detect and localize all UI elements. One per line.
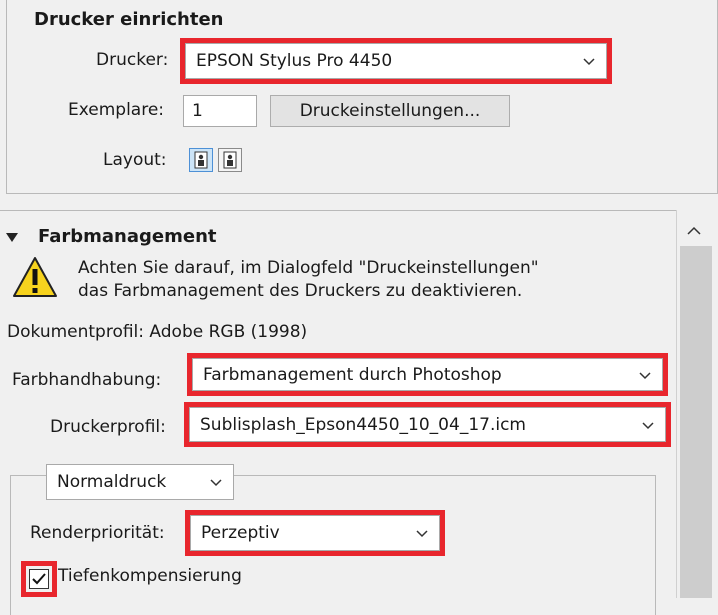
color-handling-select[interactable]: Farbmanagement durch Photoshop xyxy=(192,358,663,391)
triangle-down-icon[interactable] xyxy=(6,228,18,247)
scrollbar-thumb[interactable] xyxy=(680,246,712,598)
print-mode-select[interactable]: Normaldruck xyxy=(46,464,234,500)
chevron-up-icon[interactable] xyxy=(686,222,702,241)
bpc-label: Tiefenkompensierung xyxy=(58,566,242,586)
warning-icon xyxy=(12,256,58,302)
render-intent-value: Perzeptiv xyxy=(201,523,280,543)
warning-text-line2: das Farbmanagement des Druckers zu deakt… xyxy=(78,281,523,301)
warning-text-line1: Achten Sie darauf, im Dialogfeld "Drucke… xyxy=(78,258,539,278)
render-intent-select[interactable]: Perzeptiv xyxy=(190,515,440,551)
printer-profile-label: Druckerprofil: xyxy=(50,417,166,437)
chevron-down-icon xyxy=(638,368,652,382)
document-profile: Dokumentprofil: Adobe RGB (1998) xyxy=(7,322,308,342)
render-intent-label: Renderpriorität: xyxy=(30,523,165,543)
chevron-down-icon xyxy=(641,418,655,432)
printer-select[interactable]: EPSON Stylus Pro 4450 xyxy=(185,43,607,79)
chevron-down-icon xyxy=(415,526,429,540)
checkmark-icon xyxy=(32,573,46,585)
printer-select-value: EPSON Stylus Pro 4450 xyxy=(196,51,393,71)
layout-label: Layout: xyxy=(103,150,167,170)
printer-setup-title: Drucker einrichten xyxy=(34,9,224,30)
bpc-checkbox[interactable] xyxy=(29,569,49,589)
color-handling-label: Farbhandhabung: xyxy=(12,370,162,390)
color-management-title: Farbmanagement xyxy=(38,226,217,247)
portrait-layout-icon[interactable] xyxy=(189,148,213,172)
printer-profile-value: Sublisplash_Epson4450_10_04_17.icm xyxy=(200,414,526,435)
printer-profile-select[interactable]: Sublisplash_Epson4450_10_04_17.icm xyxy=(189,407,666,442)
color-handling-value: Farbmanagement durch Photoshop xyxy=(203,364,502,385)
print-settings-button[interactable]: Druckeinstellungen... xyxy=(270,95,510,127)
chevron-down-icon xyxy=(209,475,223,489)
landscape-layout-icon[interactable] xyxy=(218,148,242,172)
printer-label: Drucker: xyxy=(96,50,169,70)
copies-label: Exemplare: xyxy=(68,100,165,120)
copies-input[interactable]: 1 xyxy=(183,95,257,127)
print-mode-value: Normaldruck xyxy=(57,472,167,492)
chevron-down-icon xyxy=(582,54,596,68)
